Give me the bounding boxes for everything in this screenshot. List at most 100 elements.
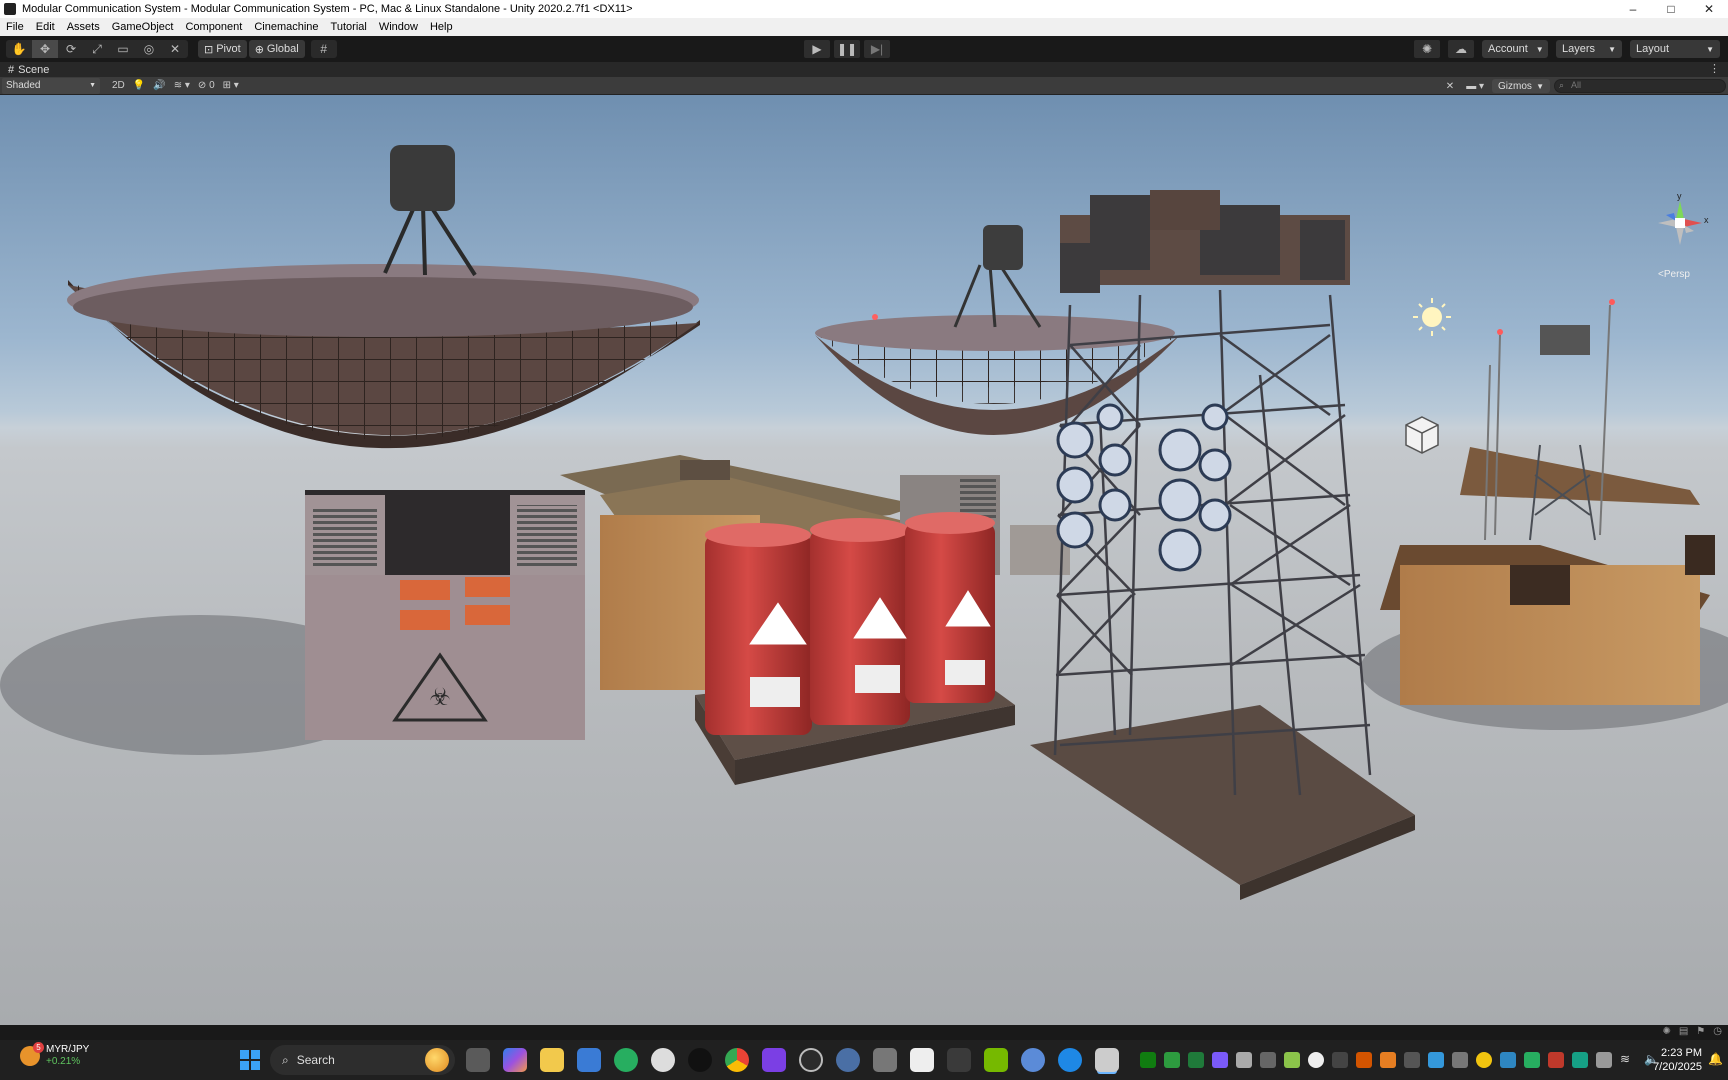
- projection-toggle[interactable]: <Persp: [1658, 269, 1690, 280]
- tools-icon[interactable]: ✕: [1442, 78, 1458, 94]
- scene-orientation-gizmo[interactable]: y x <Persp: [1650, 191, 1710, 283]
- tray-app7-icon[interactable]: [1452, 1052, 1468, 1068]
- auto-generate-lighting-icon[interactable]: ✺: [1662, 1026, 1670, 1037]
- dark-app-icon[interactable]: [688, 1048, 712, 1072]
- alien-app-icon[interactable]: [651, 1048, 675, 1072]
- close-button[interactable]: ✕: [1690, 2, 1728, 16]
- debug-icon[interactable]: ⚑: [1696, 1026, 1705, 1037]
- menu-help[interactable]: Help: [424, 21, 459, 33]
- photos-icon[interactable]: [1021, 1048, 1045, 1072]
- gizmos-dropdown[interactable]: Gizmos ▼: [1492, 79, 1550, 93]
- tray-app11-icon[interactable]: [1548, 1052, 1564, 1068]
- tray-app4-icon[interactable]: [1380, 1052, 1396, 1068]
- tray-app2-icon[interactable]: [1332, 1052, 1348, 1068]
- pivot-label: Pivot: [216, 43, 241, 55]
- store-icon[interactable]: [577, 1048, 601, 1072]
- taskbar-search[interactable]: ⌕ Search: [270, 1045, 455, 1075]
- tray-app-icon[interactable]: [1284, 1052, 1300, 1068]
- console-icon[interactable]: ◷: [1713, 1026, 1722, 1037]
- menu-window[interactable]: Window: [373, 21, 424, 33]
- ticker-widget[interactable]: 5 MYR/JPY +0.21%: [20, 1042, 90, 1068]
- account-label: Account: [1488, 43, 1528, 55]
- taskbar-search-label: Search: [296, 1053, 335, 1067]
- vscode-icon[interactable]: [1236, 1052, 1252, 1068]
- hand-tool-icon[interactable]: ✋: [6, 40, 32, 58]
- custom-tool-icon[interactable]: ✕: [162, 40, 188, 58]
- pivot-toggle[interactable]: ⊡ Pivot: [198, 40, 247, 58]
- nvidia-icon[interactable]: [984, 1048, 1008, 1072]
- tray-app12-icon[interactable]: [1572, 1052, 1588, 1068]
- account-dropdown[interactable]: Account ▼: [1482, 40, 1548, 58]
- rect-tool-icon[interactable]: ▭: [110, 40, 136, 58]
- collab-icon[interactable]: ✺: [1414, 40, 1440, 58]
- draw-mode-dropdown[interactable]: Shaded ▼: [2, 77, 100, 94]
- terminal-icon[interactable]: [947, 1048, 971, 1072]
- ticker-pair: MYR/JPY: [46, 1044, 90, 1055]
- xbox-icon[interactable]: [1140, 1052, 1156, 1068]
- tray-app8-icon[interactable]: [1476, 1052, 1492, 1068]
- grid-toggle-icon[interactable]: ⊞ ▾: [219, 78, 243, 94]
- tray-app10-icon[interactable]: [1524, 1052, 1540, 1068]
- menu-component[interactable]: Component: [179, 21, 248, 33]
- gizmos-label: Gizmos: [1498, 80, 1532, 92]
- notification-bell-icon[interactable]: 🔔: [1708, 1052, 1723, 1066]
- edge-icon[interactable]: [1058, 1048, 1082, 1072]
- step-button[interactable]: ▶|: [864, 40, 890, 58]
- menu-assets[interactable]: Assets: [61, 21, 106, 33]
- wifi-icon[interactable]: ≋: [1620, 1052, 1636, 1068]
- unity-taskbar-icon[interactable]: [1095, 1048, 1119, 1072]
- browser-icon[interactable]: [614, 1048, 638, 1072]
- menu-cinemachine[interactable]: Cinemachine: [248, 21, 324, 33]
- file-explorer-icon[interactable]: [540, 1048, 564, 1072]
- maximize-button[interactable]: □: [1652, 2, 1690, 16]
- teams-icon[interactable]: [1212, 1052, 1228, 1068]
- effects-toggle-icon[interactable]: ≋ ▾: [170, 78, 194, 94]
- cloud-icon[interactable]: ☁: [1448, 40, 1474, 58]
- rotate-tool-icon[interactable]: ⟳: [58, 40, 84, 58]
- kebab-menu-icon[interactable]: ⋮: [1709, 62, 1720, 75]
- pause-button[interactable]: ❚❚: [834, 40, 860, 58]
- device-app-icon[interactable]: [873, 1048, 897, 1072]
- clipchamp-icon[interactable]: [762, 1048, 786, 1072]
- minimize-button[interactable]: –: [1614, 2, 1652, 16]
- obs-icon[interactable]: [799, 1048, 823, 1072]
- grid-snap-icon[interactable]: #: [311, 40, 337, 58]
- menu-gameobject[interactable]: GameObject: [106, 21, 180, 33]
- taskbar-clock[interactable]: 2:23 PM 7/20/2025: [1653, 1046, 1702, 1074]
- move-tool-icon[interactable]: ✥: [32, 40, 58, 58]
- play-button[interactable]: ▶: [804, 40, 830, 58]
- camera-icon[interactable]: ▬ ▾: [1462, 78, 1488, 94]
- menu-tutorial[interactable]: Tutorial: [325, 21, 373, 33]
- globe-app-icon[interactable]: [836, 1048, 860, 1072]
- excel-icon[interactable]: [1188, 1052, 1204, 1068]
- toggle-2d-button[interactable]: 2D: [108, 78, 129, 94]
- chrome-icon[interactable]: [725, 1048, 749, 1072]
- xbox-bar-icon[interactable]: [1164, 1052, 1180, 1068]
- transform-tool-icon[interactable]: ◎: [136, 40, 162, 58]
- layout-dropdown[interactable]: Layout ▼: [1630, 40, 1720, 58]
- tray-app9-icon[interactable]: [1500, 1052, 1516, 1068]
- hidden-objects-toggle[interactable]: ⊘ 0: [194, 78, 219, 94]
- copilot-icon[interactable]: [503, 1048, 527, 1072]
- task-view-icon[interactable]: [466, 1048, 490, 1072]
- tray-app13-icon[interactable]: [1596, 1052, 1612, 1068]
- windows-start-icon[interactable]: [240, 1050, 260, 1070]
- tray-app3-icon[interactable]: [1356, 1052, 1372, 1068]
- grammarly-icon[interactable]: [1308, 1052, 1324, 1068]
- tray-app6-icon[interactable]: [1428, 1052, 1444, 1068]
- menu-edit[interactable]: Edit: [30, 21, 61, 33]
- audio-toggle-icon[interactable]: 🔊: [149, 78, 169, 94]
- notepad-icon[interactable]: [910, 1048, 934, 1072]
- progress-icon[interactable]: ▤: [1679, 1026, 1688, 1037]
- tab-scene[interactable]: # Scene: [0, 64, 57, 76]
- scene-viewport[interactable]: ☣ y x <Persp: [0, 95, 1728, 1025]
- global-toggle[interactable]: ⊕ Global: [248, 40, 305, 58]
- scene-search-input[interactable]: ⌕ All: [1554, 79, 1726, 93]
- menu-file[interactable]: File: [0, 21, 30, 33]
- unity-hub-icon[interactable]: [1260, 1052, 1276, 1068]
- layers-dropdown[interactable]: Layers ▼: [1556, 40, 1622, 58]
- scale-tool-icon[interactable]: ⤢: [84, 40, 110, 58]
- lighting-toggle-icon[interactable]: 💡: [129, 78, 149, 94]
- svg-text:☣: ☣: [429, 683, 451, 711]
- tray-app5-icon[interactable]: [1404, 1052, 1420, 1068]
